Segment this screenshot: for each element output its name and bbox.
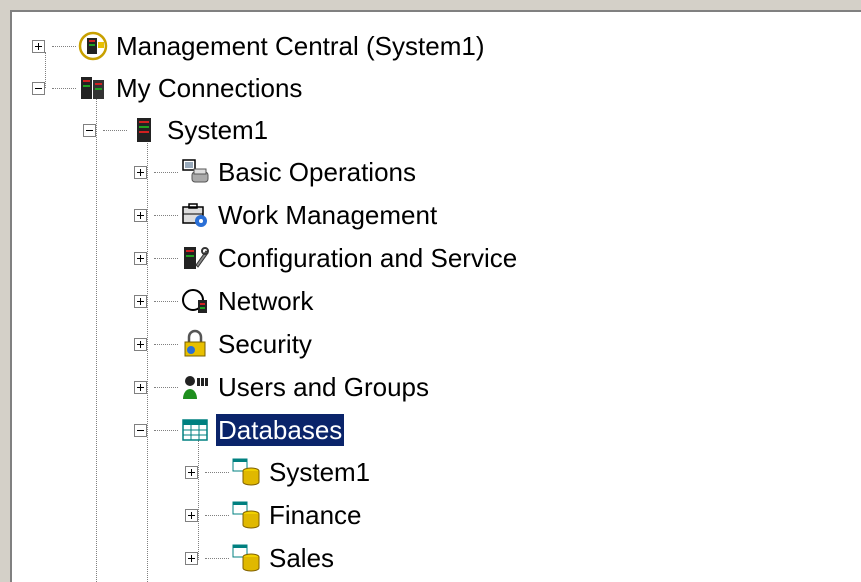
management-central-icon [78,31,108,61]
expand-button[interactable] [134,338,147,351]
tree-item-security[interactable]: Security [12,324,572,364]
tree-item-configuration-service[interactable]: Configuration and Service [12,238,572,278]
tree-item-management-central[interactable]: Management Central (System1) [12,26,572,66]
tree-item-network[interactable]: Network [12,281,572,321]
tree-item-label: Sales [269,543,335,573]
collapse-button[interactable] [83,124,96,137]
tree-item-label: My Connections [116,73,303,103]
basic-operations-icon [180,157,210,187]
tree-item-label: Finance [269,500,362,530]
tree-item-label: Management Central (System1) [116,31,485,61]
collapse-button[interactable] [134,424,147,437]
server-icon [129,115,159,145]
database-cylinder-icon [231,500,261,530]
tree-item-label: Configuration and Service [218,243,518,273]
tree-item-basic-operations[interactable]: Basic Operations [12,152,572,192]
tree-item-label: Work Management [218,200,438,230]
tree-item-label: System1 [269,457,371,487]
database-cylinder-icon [231,543,261,573]
expand-button[interactable] [134,166,147,179]
collapse-button[interactable] [32,82,45,95]
expand-button[interactable] [185,552,198,565]
tree-item-label: Users and Groups [218,372,429,402]
expand-button[interactable] [32,40,45,53]
tree-item-database-sales[interactable]: Sales [12,538,572,578]
databases-icon [180,415,210,445]
work-management-icon [180,200,210,230]
window-frame: Management Central (System1) My Connecti… [0,0,861,582]
tree-item-users-groups[interactable]: Users and Groups [12,367,572,407]
tree-item-my-connections[interactable]: My Connections [12,68,572,108]
database-cylinder-icon [231,457,261,487]
tree-item-database-system1[interactable]: System1 [12,452,572,492]
tree-item-database-finance[interactable]: Finance [12,495,572,535]
expand-button[interactable] [134,295,147,308]
tree-item-databases[interactable]: Databases [12,410,572,450]
network-icon [180,286,210,316]
tree-item-label: Databases [214,413,346,447]
tree-item-label: Security [218,329,312,359]
security-lock-icon [180,329,210,359]
tree-item-system1[interactable]: System1 [12,110,572,150]
users-groups-icon [180,372,210,402]
expand-button[interactable] [185,509,198,522]
tree-item-work-management[interactable]: Work Management [12,195,572,235]
expand-button[interactable] [134,252,147,265]
navigation-tree: Management Central (System1) My Connecti… [12,12,861,582]
expand-button[interactable] [134,381,147,394]
tree-item-label: System1 [167,115,269,145]
expand-button[interactable] [134,209,147,222]
connections-icon [78,73,108,103]
tree-panel: Management Central (System1) My Connecti… [10,10,861,582]
configuration-service-icon [180,243,210,273]
tree-item-label: Basic Operations [218,157,416,187]
expand-button[interactable] [185,466,198,479]
tree-item-label: Network [218,286,314,316]
